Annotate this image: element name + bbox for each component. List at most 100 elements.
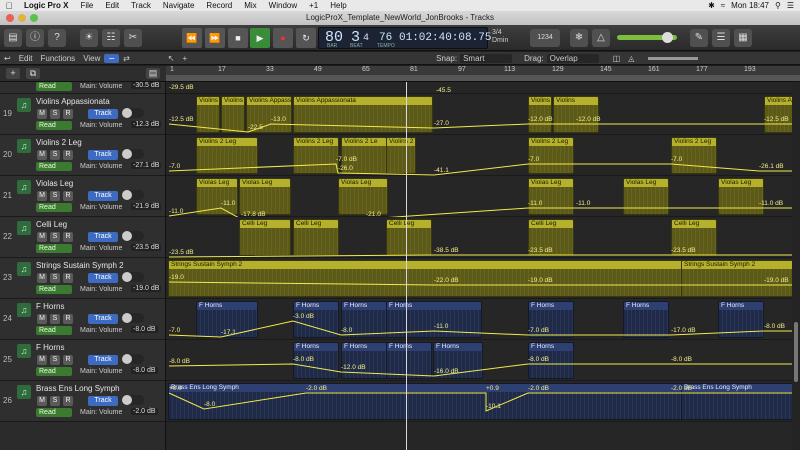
record-enable-button[interactable]: R bbox=[63, 314, 73, 324]
solo-button[interactable]: S bbox=[50, 396, 60, 406]
edit-menu[interactable]: Edit bbox=[15, 54, 37, 63]
menu-record[interactable]: Record bbox=[200, 1, 238, 10]
track-header[interactable]: 19 ♫ Violins Appassionata M S R Track Read Main:… bbox=[0, 94, 165, 135]
instrument-icon[interactable]: ♫ bbox=[17, 139, 31, 153]
flex-icon[interactable]: ⇄ bbox=[119, 54, 134, 63]
automation-icon[interactable]: ∽ bbox=[104, 53, 120, 63]
automation-value[interactable]: -30.5 dB bbox=[131, 82, 162, 89]
volume-slider[interactable] bbox=[122, 313, 144, 323]
automation-param[interactable]: Main: Volume bbox=[80, 245, 122, 252]
track-name[interactable]: F Horns bbox=[36, 302, 64, 311]
automation-value[interactable]: -21.9 dB bbox=[131, 203, 162, 210]
scissors-icon[interactable]: ✂ bbox=[124, 29, 142, 47]
automation-param[interactable]: Main: Volume bbox=[80, 409, 122, 416]
add-track-button[interactable]: + bbox=[6, 68, 20, 79]
functions-menu[interactable]: Functions bbox=[37, 54, 80, 63]
apple-icon[interactable]:  bbox=[0, 1, 18, 11]
signature-key[interactable]: 3/4 Dmin bbox=[492, 29, 508, 45]
record-enable-button[interactable]: R bbox=[63, 109, 73, 119]
automation-value[interactable]: -8.0 dB bbox=[131, 326, 158, 333]
track-header[interactable]: 25 ♫ F Horns M S R Track Read Main: Volume -8.0 d… bbox=[0, 340, 165, 381]
track-button[interactable]: Track bbox=[88, 355, 118, 365]
track-header[interactable]: 23 ♫ Strings Sustain Symph 2 M S R Track Read Ma… bbox=[0, 258, 165, 299]
playhead[interactable] bbox=[406, 82, 407, 450]
volume-slider[interactable] bbox=[122, 149, 144, 159]
instrument-icon[interactable]: ♫ bbox=[17, 262, 31, 276]
volume-knob[interactable] bbox=[122, 149, 132, 159]
pointer-tool-icon[interactable]: ↖ bbox=[164, 54, 179, 63]
automation-curve[interactable] bbox=[166, 217, 800, 258]
volume-knob[interactable] bbox=[122, 313, 132, 323]
pencil-tool-icon[interactable]: + bbox=[179, 54, 192, 63]
library-icon[interactable]: ▤ bbox=[4, 29, 22, 47]
clock[interactable]: Mon 18:47 bbox=[731, 1, 769, 10]
volume-slider[interactable] bbox=[122, 190, 144, 200]
mixer-icon[interactable]: ☷ bbox=[102, 29, 120, 47]
track-button[interactable]: Track bbox=[88, 396, 118, 406]
track-header-partial[interactable]: Read Main: Volume -30.5 dB bbox=[0, 82, 165, 94]
view-menu[interactable]: View bbox=[79, 54, 104, 63]
record-button[interactable]: ● bbox=[273, 28, 293, 48]
record-enable-button[interactable]: R bbox=[63, 191, 73, 201]
solo-button[interactable]: S bbox=[50, 232, 60, 242]
menu-mix[interactable]: Mix bbox=[238, 1, 262, 10]
forward-button[interactable]: ⏩ bbox=[205, 28, 225, 48]
wifi-icon[interactable]: ≈ bbox=[721, 1, 725, 10]
volume-knob[interactable] bbox=[662, 32, 673, 43]
track-lane[interactable]: F Horns F Horns F Horns F Horns F Horns -8.0 … bbox=[166, 340, 800, 381]
lcd-display[interactable]: 80 3 4 BAR BEAT 76 TEMPO 01:02:40:08.75 bbox=[318, 27, 491, 49]
automation-mode[interactable]: Read bbox=[36, 162, 72, 171]
record-enable-button[interactable]: R bbox=[63, 355, 73, 365]
automation-param[interactable]: Main: Volume bbox=[80, 204, 122, 211]
midi-activity[interactable]: 1234 bbox=[530, 29, 560, 47]
automation-curve[interactable] bbox=[166, 340, 800, 381]
automation-curve[interactable] bbox=[166, 299, 800, 340]
mute-button[interactable]: M bbox=[37, 232, 47, 242]
menu-edit[interactable]: Edit bbox=[99, 1, 125, 10]
snap-select[interactable]: Smart bbox=[460, 53, 513, 63]
close-icon[interactable] bbox=[6, 14, 14, 22]
track-lane[interactable]: Violas Leg Violas Leg Violas Leg Violas Leg… bbox=[166, 176, 800, 218]
play-button[interactable]: ▶ bbox=[250, 28, 270, 48]
automation-param[interactable]: Main: Volume bbox=[80, 83, 122, 90]
solo-button[interactable]: S bbox=[50, 273, 60, 283]
track-name[interactable]: Violins Appassionata bbox=[36, 97, 110, 106]
record-enable-button[interactable]: R bbox=[63, 150, 73, 160]
info-icon[interactable]: ⓘ bbox=[26, 29, 44, 47]
instrument-icon[interactable]: ♫ bbox=[17, 385, 31, 399]
menu-help[interactable]: Help bbox=[324, 1, 352, 10]
instrument-icon[interactable]: ♫ bbox=[17, 98, 31, 112]
minimize-icon[interactable] bbox=[18, 14, 26, 22]
automation-value[interactable]: -23.5 dB bbox=[131, 244, 162, 251]
volume-knob[interactable] bbox=[122, 395, 132, 405]
bar-ruler[interactable]: 1 17 33 49 65 81 97 113 129 145 161 177 … bbox=[166, 66, 800, 82]
back-icon[interactable]: ↩ bbox=[0, 54, 15, 63]
zoom-in-icon[interactable]: ◫ bbox=[609, 54, 625, 63]
automation-value[interactable]: -27.1 dB bbox=[131, 162, 162, 169]
zoom-icon[interactable] bbox=[30, 14, 38, 22]
zoom-slider[interactable] bbox=[648, 56, 699, 60]
track-button[interactable]: Track bbox=[88, 191, 118, 201]
stop-button[interactable]: ■ bbox=[228, 28, 248, 48]
mute-button[interactable]: M bbox=[37, 355, 47, 365]
automation-value[interactable]: -19.0 dB bbox=[131, 285, 162, 292]
instrument-icon[interactable]: ♫ bbox=[17, 344, 31, 358]
cycle-area[interactable] bbox=[166, 75, 800, 81]
automation-curve[interactable] bbox=[166, 381, 800, 422]
metronome-icon[interactable]: △ bbox=[592, 29, 610, 47]
vertical-scrollbar[interactable] bbox=[792, 82, 800, 450]
automation-mode[interactable]: Read bbox=[36, 82, 72, 91]
track-name[interactable]: Brass Ens Long Symph bbox=[36, 384, 120, 393]
track-button[interactable]: Track bbox=[88, 314, 118, 324]
track-lane[interactable]: Strings Sustain Symph 2 Strings Sustain S… bbox=[166, 258, 800, 299]
notepad-icon[interactable]: ✎ bbox=[690, 29, 708, 47]
cycle-button[interactable]: ↻ bbox=[296, 28, 316, 48]
duplicate-track-icon[interactable]: ⧉ bbox=[26, 68, 40, 79]
menu-track[interactable]: Track bbox=[125, 1, 157, 10]
automation-mode[interactable]: Read bbox=[36, 408, 72, 417]
automation-curve[interactable] bbox=[166, 258, 800, 299]
solo-button[interactable]: S bbox=[50, 150, 60, 160]
record-enable-button[interactable]: R bbox=[63, 273, 73, 283]
menu-file[interactable]: File bbox=[74, 1, 99, 10]
track-header[interactable]: 24 ♫ F Horns M S R Track Read Main: Volume -8.0 d… bbox=[0, 299, 165, 340]
